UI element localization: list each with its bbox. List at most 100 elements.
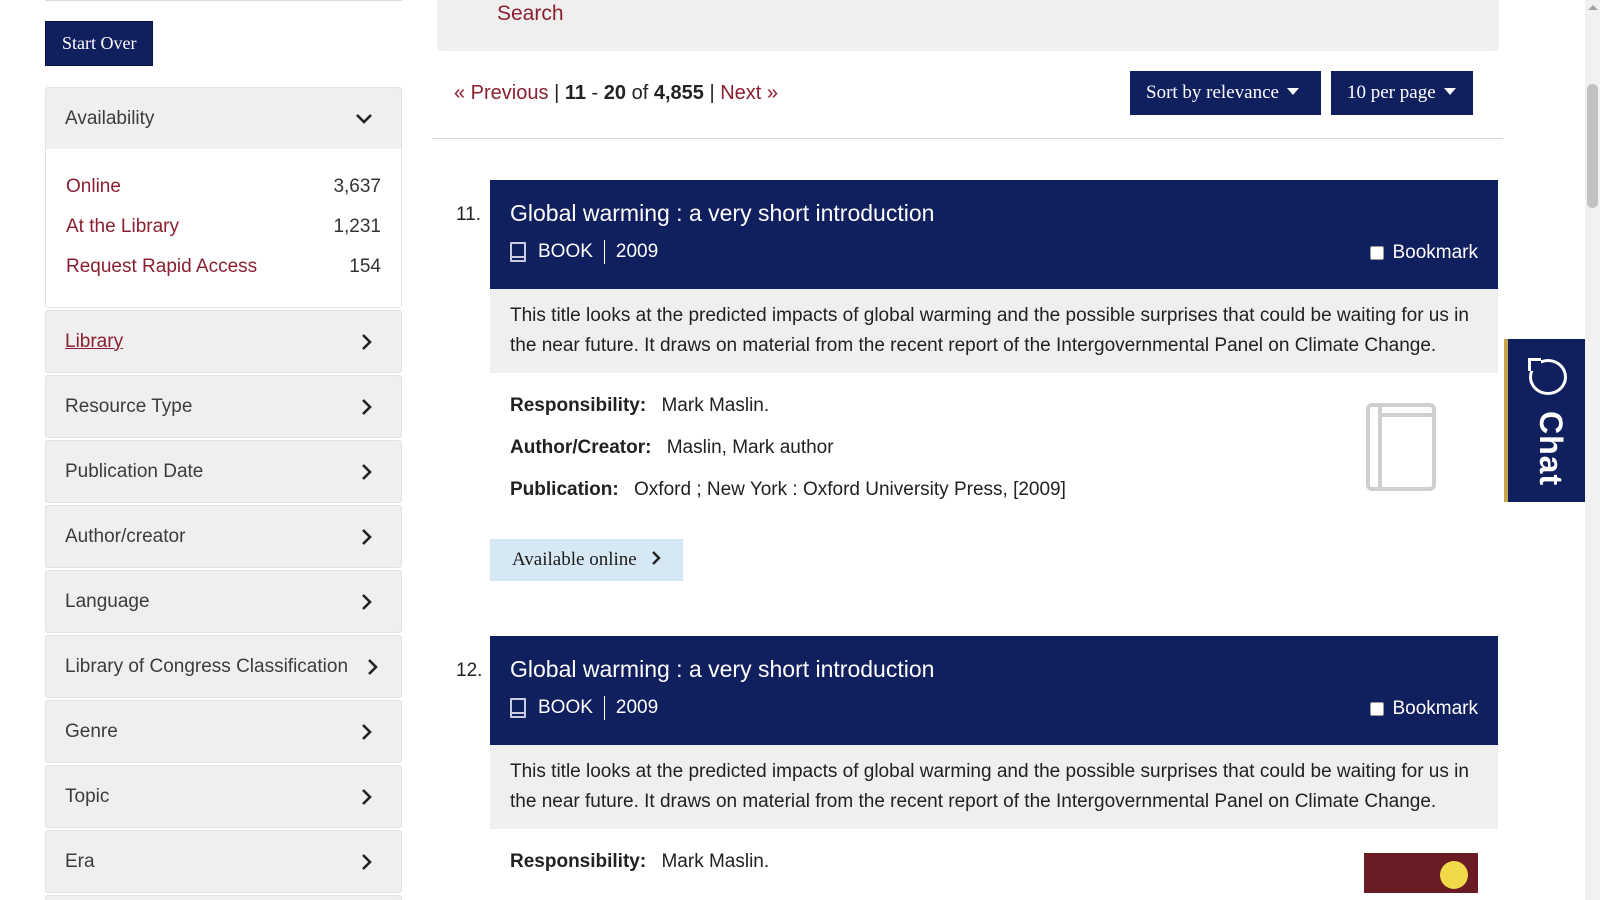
- page-scrollbar[interactable]: [1585, 0, 1600, 900]
- book-cover-image[interactable]: [1364, 853, 1478, 893]
- cover-sun-graphic: [1440, 861, 1468, 889]
- pager-separator: |: [554, 82, 560, 104]
- facet-value-link[interactable]: At the Library: [66, 216, 179, 238]
- search-results-page: Start Over Availability Online 3,637 At …: [0, 0, 1600, 900]
- result-summary: This title looks at the predicted impact…: [490, 745, 1498, 829]
- facet-author-creator-toggle[interactable]: Author/creator: [46, 506, 401, 567]
- pagination: « Previous | 11 - 20 of 4,855 | Next »: [454, 82, 778, 105]
- facet-library: Library: [45, 310, 402, 373]
- facet-availability-values: Online 3,637 At the Library 1,231 Reques…: [46, 149, 401, 307]
- facet-lc-classification: Library of Congress Classification: [45, 635, 402, 698]
- meta-separator: [603, 240, 605, 264]
- start-over-button[interactable]: Start Over: [45, 21, 154, 66]
- result-meta: BOOK 2009: [510, 696, 1478, 720]
- bookmark-checkbox[interactable]: [1370, 702, 1385, 716]
- page-range-of: of: [631, 82, 649, 104]
- facet-title: Topic: [65, 785, 110, 807]
- facet-title: Availability: [65, 107, 155, 129]
- result-format: BOOK: [538, 241, 593, 262]
- facet-publication-date: Publication Date: [45, 440, 402, 503]
- facet-publication-date-toggle[interactable]: Publication Date: [46, 441, 401, 502]
- facet-language-toggle[interactable]: Language: [46, 571, 401, 632]
- search-link[interactable]: Search: [497, 2, 564, 26]
- search-strip: Search: [437, 0, 1499, 51]
- facet-value-link[interactable]: Request Rapid Access: [66, 256, 257, 278]
- facet-resource-type-toggle[interactable]: Resource Type: [46, 376, 401, 437]
- facet-value-at-the-library: At the Library 1,231: [66, 207, 381, 247]
- facet-era: Era: [45, 830, 402, 893]
- sidebar-divider: [45, 0, 402, 1]
- result-meta: BOOK 2009: [510, 240, 1478, 264]
- result-format: BOOK: [538, 697, 593, 718]
- chevron-down-icon: [355, 113, 373, 125]
- results-divider: [432, 138, 1503, 139]
- result-fields: Responsibility: Mark Maslin. Author/Crea…: [490, 373, 1498, 505]
- field-value: Mark Maslin.: [661, 851, 770, 872]
- bookmark-toggle[interactable]: Bookmark: [1370, 698, 1478, 720]
- available-online-label: Available online: [512, 549, 637, 570]
- facet-topic: Topic: [45, 765, 402, 828]
- per-page-label: 10 per page: [1347, 82, 1436, 103]
- chevron-right-icon: [361, 853, 373, 871]
- facet-library-toggle[interactable]: Library: [46, 311, 401, 372]
- chevron-right-icon: [361, 398, 373, 416]
- caret-down-icon: [1286, 87, 1299, 95]
- scrollbar-thumb[interactable]: [1587, 84, 1598, 208]
- facet-genre-toggle[interactable]: Genre: [46, 701, 401, 762]
- field-value: Maslin, Mark author: [666, 437, 834, 458]
- facet-lc-classification-toggle[interactable]: Library of Congress Classification: [46, 636, 401, 697]
- facet-value-link[interactable]: Online: [66, 176, 121, 198]
- chevron-right-icon: [361, 463, 373, 481]
- result-title-link[interactable]: Global warming : a very short introducti…: [510, 656, 1478, 683]
- field-label: Publication:: [510, 479, 619, 500]
- chat-label: Chat: [1533, 411, 1569, 487]
- scroll-up-arrow-icon[interactable]: [1588, 5, 1598, 10]
- result-year: 2009: [615, 697, 659, 718]
- per-page-dropdown[interactable]: 10 per page: [1331, 71, 1473, 115]
- field-label: Author/Creator:: [510, 437, 652, 458]
- chevron-right-icon: [651, 550, 661, 571]
- sort-label: Sort by relevance: [1146, 82, 1279, 103]
- facet-resource-type: Resource Type: [45, 375, 402, 438]
- next-page-link[interactable]: Next »: [720, 82, 778, 104]
- facet-count: 154: [349, 256, 381, 277]
- facet-author-creator: Author/creator: [45, 505, 402, 568]
- facet-genre: Genre: [45, 700, 402, 763]
- facet-era-toggle[interactable]: Era: [46, 831, 401, 892]
- book-cover-placeholder-icon: [1366, 403, 1436, 491]
- bookmark-label: Bookmark: [1392, 242, 1478, 263]
- chevron-right-icon: [361, 723, 373, 741]
- facet-title: Author/creator: [65, 525, 186, 547]
- chevron-right-icon: [361, 333, 373, 351]
- facet-availability-toggle[interactable]: Availability: [46, 88, 401, 149]
- chat-tab[interactable]: Chat: [1504, 339, 1585, 502]
- result-number: 11.: [456, 204, 482, 225]
- result-fields: Responsibility: Mark Maslin.: [490, 829, 1498, 893]
- results-total: 4,855: [653, 82, 704, 104]
- result-item: 11. Global warming : a very short introd…: [456, 180, 1498, 581]
- previous-page-link[interactable]: « Previous: [454, 82, 549, 104]
- result-year: 2009: [615, 241, 659, 262]
- facet-title: Library of Congress Classification: [65, 655, 349, 677]
- chevron-right-icon: [367, 658, 379, 676]
- facet-topic-toggle[interactable]: Topic: [46, 766, 401, 827]
- caret-down-icon: [1443, 87, 1456, 95]
- available-online-button[interactable]: Available online: [490, 539, 683, 581]
- page-range-start: 11: [564, 82, 586, 104]
- chevron-right-icon: [361, 528, 373, 546]
- sort-dropdown[interactable]: Sort by relevance: [1130, 71, 1321, 115]
- pager-separator: |: [709, 82, 715, 104]
- bookmark-toggle[interactable]: Bookmark: [1370, 242, 1478, 264]
- result-summary: This title looks at the predicted impact…: [490, 289, 1498, 373]
- facet-title: Genre: [65, 720, 118, 742]
- bookmark-checkbox[interactable]: [1370, 246, 1385, 260]
- result-header: Global warming : a very short introducti…: [490, 180, 1498, 289]
- result-title-link[interactable]: Global warming : a very short introducti…: [510, 200, 1478, 227]
- field-label: Responsibility:: [510, 395, 647, 416]
- meta-separator: [603, 696, 605, 720]
- field-publication: Publication: Oxford ; New York : Oxford …: [510, 479, 1478, 505]
- result-header: Global warming : a very short introducti…: [490, 636, 1498, 745]
- result-number: 12.: [456, 660, 483, 681]
- facet-title: Resource Type: [65, 395, 193, 417]
- facet-title: Era: [65, 850, 95, 872]
